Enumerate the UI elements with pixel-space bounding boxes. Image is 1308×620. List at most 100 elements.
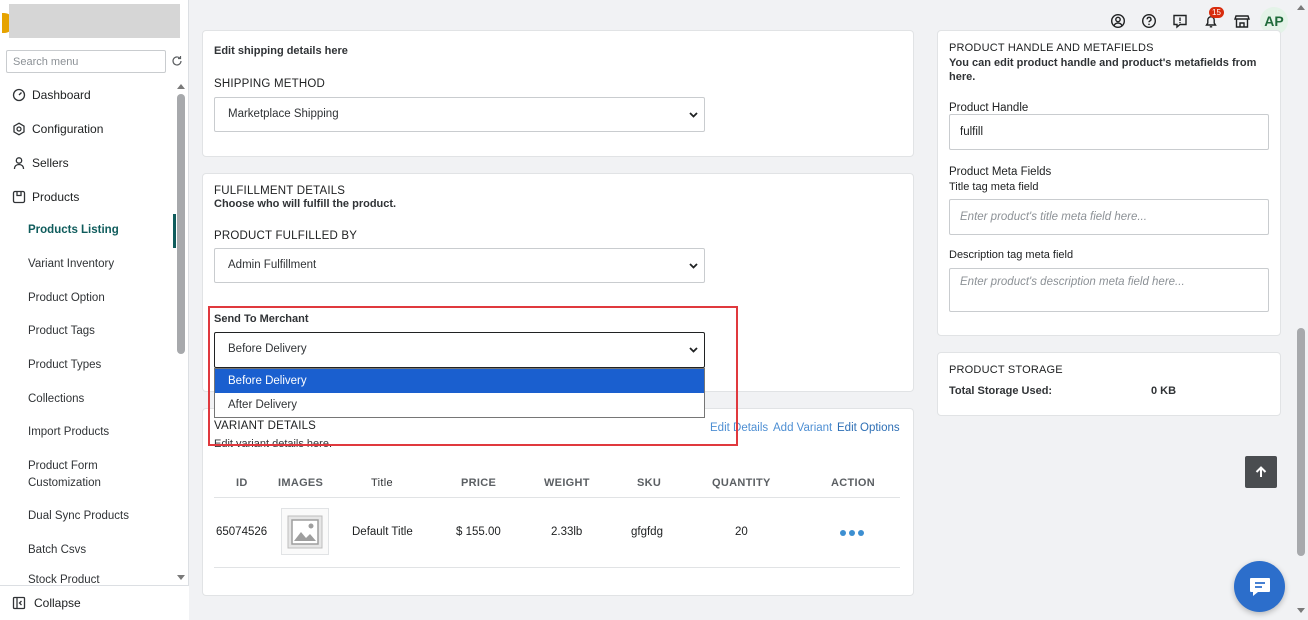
variant-weight: 2.33lb: [551, 526, 583, 538]
handle-subtitle: You can edit product handle and product'…: [949, 57, 1257, 83]
fulfilled-by-select[interactable]: Admin Fulfillment: [214, 248, 705, 283]
dashboard-icon: [12, 88, 26, 102]
handle-title: PRODUCT HANDLE AND METAFIELDS: [949, 42, 1154, 54]
send-to-merchant-label: Send To Merchant: [214, 313, 309, 325]
product-handle-label: Product Handle: [949, 102, 1029, 114]
sidebar-item-product-tags[interactable]: Product Tags: [0, 315, 176, 349]
column-header-price: PRICE: [461, 477, 497, 489]
meta-fields-label: Product Meta Fields: [949, 166, 1052, 178]
fulfilled-by-value: Admin Fulfillment: [228, 259, 317, 271]
search-menu: [6, 50, 184, 73]
sidebar-item-import-products[interactable]: Import Products: [0, 416, 176, 450]
storage-used-value: 0 KB: [1151, 385, 1177, 397]
product-handle-input[interactable]: [949, 114, 1269, 150]
page-scrollbar[interactable]: [1294, 0, 1308, 620]
chevron-down-icon: [689, 347, 698, 353]
scrollbar-thumb[interactable]: [1297, 328, 1305, 556]
table-header-divider: [214, 497, 900, 498]
gear-icon: [13, 122, 25, 136]
edit-details-link[interactable]: Edit Details: [710, 422, 768, 434]
sidebar-item-collections[interactable]: Collections: [0, 382, 176, 416]
fulfillment-subtitle: Choose who will fulfill the product.: [214, 198, 397, 210]
collapse-button[interactable]: Collapse: [0, 585, 189, 620]
scroll-down-icon[interactable]: [177, 575, 185, 580]
sidebar-item-product-form-customization[interactable]: Product Form Customization: [0, 450, 176, 500]
sidebar-item-sellers[interactable]: Sellers: [0, 146, 176, 180]
notification-bell-icon[interactable]: 15: [1203, 7, 1224, 29]
column-header-images: IMAGES: [278, 477, 324, 489]
title-tag-input[interactable]: [949, 199, 1269, 235]
help-icon[interactable]: [1141, 13, 1157, 29]
add-variant-link[interactable]: Add Variant: [773, 422, 832, 434]
sidebar-item-label: Configuration: [32, 122, 104, 136]
product-icon: [12, 190, 26, 204]
table-row-divider: [214, 567, 900, 568]
column-header-sku: SKU: [637, 477, 662, 489]
variant-quantity: 20: [735, 526, 748, 538]
variant-sku: gfgfdg: [631, 526, 663, 538]
sidebar-nav: Dashboard Configuration Sellers Products…: [0, 78, 176, 587]
sidebar-item-dual-sync-products[interactable]: Dual Sync Products: [0, 500, 176, 534]
column-header-weight: WEIGHT: [544, 477, 590, 489]
fulfillment-title: FULFILLMENT DETAILS: [214, 185, 346, 197]
variant-id: 65074526: [216, 526, 268, 538]
sidebar-item-label: Product Form Customization: [28, 459, 101, 489]
edit-options-link[interactable]: Edit Options: [837, 422, 900, 434]
scroll-down-icon[interactable]: [1297, 608, 1305, 613]
variant-title-cell: Default Title: [352, 526, 413, 538]
description-tag-textarea[interactable]: [949, 268, 1269, 312]
column-header-action: ACTION: [831, 477, 875, 489]
sidebar-scrollbar[interactable]: [176, 82, 185, 580]
chevron-down-icon: [689, 112, 698, 118]
sidebar-item-product-types[interactable]: Product Types: [0, 349, 176, 383]
shipping-method-select[interactable]: Marketplace Shipping: [214, 97, 705, 132]
sidebar-item-configuration[interactable]: Configuration: [0, 112, 176, 146]
sidebar-item-label: Dashboard: [32, 88, 91, 102]
refresh-icon[interactable]: [171, 55, 183, 67]
shipping-subtitle: Edit shipping details here: [214, 45, 348, 57]
sidebar: Dashboard Configuration Sellers Products…: [0, 0, 189, 620]
storage-title: PRODUCT STORAGE: [949, 364, 1063, 376]
sidebar-item-label: Sellers: [32, 156, 69, 170]
notification-badge: 15: [1209, 7, 1224, 18]
column-header-id: ID: [236, 477, 248, 489]
back-to-top-button[interactable]: [1245, 456, 1277, 488]
column-header-title: Title: [371, 477, 393, 489]
sidebar-item-products[interactable]: Products: [0, 180, 176, 214]
variant-subtitle: Edit variant details here.: [214, 438, 333, 450]
storage-used-label: Total Storage Used:: [949, 385, 1053, 397]
sidebar-item-batch-csvs[interactable]: Batch Csvs: [0, 534, 176, 568]
scroll-up-icon[interactable]: [1297, 5, 1305, 10]
variant-price: $ 155.00: [456, 526, 501, 538]
store-icon[interactable]: [1234, 13, 1250, 29]
sidebar-item-variant-inventory[interactable]: Variant Inventory: [0, 248, 176, 282]
storage-card: [937, 352, 1281, 416]
column-header-quantity: QUANTITY: [712, 477, 771, 489]
send-to-merchant-select[interactable]: Before Delivery: [214, 332, 705, 368]
fulfilled-by-label: PRODUCT FULFILLED BY: [214, 230, 358, 242]
option-before-delivery[interactable]: Before Delivery: [215, 369, 704, 393]
send-to-merchant-options: Before Delivery After Delivery: [214, 368, 705, 418]
shipping-method-value: Marketplace Shipping: [228, 108, 339, 120]
logo[interactable]: [2, 4, 180, 38]
collapse-icon: [12, 596, 26, 610]
feedback-icon[interactable]: [1172, 13, 1188, 29]
sidebar-item-product-option[interactable]: Product Option: [0, 281, 176, 315]
sidebar-item-products-listing[interactable]: Products Listing: [0, 214, 176, 248]
more-actions-icon[interactable]: [840, 530, 867, 536]
send-to-merchant-value: Before Delivery: [228, 343, 307, 355]
sidebar-item-dashboard[interactable]: Dashboard: [0, 78, 176, 112]
chat-button[interactable]: [1234, 561, 1285, 612]
logo-banner: [9, 4, 180, 38]
chevron-down-icon: [689, 263, 698, 269]
search-menu-input[interactable]: [6, 50, 166, 73]
scroll-up-icon[interactable]: [177, 84, 185, 89]
scrollbar-thumb[interactable]: [177, 94, 185, 354]
variant-image-placeholder: [281, 508, 329, 555]
image-placeholder-icon: [287, 515, 323, 548]
collapse-label: Collapse: [34, 596, 81, 610]
account-icon[interactable]: [1110, 13, 1126, 29]
option-after-delivery[interactable]: After Delivery: [215, 393, 704, 417]
arrow-up-icon: [1255, 466, 1267, 477]
variant-title: VARIANT DETAILS: [214, 420, 317, 432]
